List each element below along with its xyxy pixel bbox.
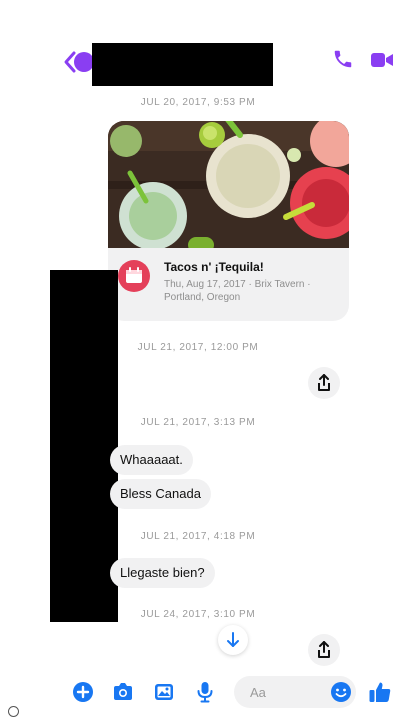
share-icon xyxy=(318,641,330,658)
more-actions-button[interactable] xyxy=(72,681,94,703)
redacted-avatar-column xyxy=(50,270,118,622)
phone-icon xyxy=(334,50,352,68)
corner-indicator xyxy=(8,706,19,717)
share-button[interactable] xyxy=(308,634,340,666)
message-bubble[interactable]: Whaaaaat. xyxy=(110,445,193,475)
event-info: Tacos n' ¡Tequila! Thu, Aug 17, 2017 · B… xyxy=(108,248,349,321)
image-icon xyxy=(155,684,173,700)
call-button[interactable] xyxy=(332,48,354,70)
thumbs-up-icon xyxy=(369,682,391,702)
calendar-icon xyxy=(118,260,150,292)
timestamp: JUL 21, 2017, 3:13 PM xyxy=(140,417,256,428)
event-title: Tacos n' ¡Tequila! xyxy=(164,260,264,274)
video-camera-icon xyxy=(371,53,393,67)
plus-icon xyxy=(73,682,93,702)
emoji-button[interactable] xyxy=(330,681,352,703)
voice-message-button[interactable] xyxy=(194,681,216,703)
message-input[interactable] xyxy=(234,676,330,708)
camera-icon xyxy=(114,683,132,700)
chevron-left-icon xyxy=(64,51,94,73)
event-card[interactable]: Tacos n' ¡Tequila! Thu, Aug 17, 2017 · B… xyxy=(108,121,349,321)
message-bubble[interactable]: Bless Canada xyxy=(110,479,211,509)
share-icon xyxy=(318,374,330,391)
like-button[interactable] xyxy=(368,680,392,704)
event-details: Thu, Aug 17, 2017 · Brix Tavern · Portla… xyxy=(164,279,311,303)
timestamp: JUL 21, 2017, 4:18 PM xyxy=(140,531,256,542)
redacted-contact-name xyxy=(92,43,273,86)
timestamp: JUL 24, 2017, 3:10 PM xyxy=(140,609,256,620)
message-input-container xyxy=(234,676,356,708)
gallery-button[interactable] xyxy=(153,681,175,703)
conversation-header xyxy=(0,30,396,96)
timestamp: JUL 20, 2017, 9:53 PM xyxy=(140,97,256,108)
share-button[interactable] xyxy=(308,367,340,399)
back-button[interactable] xyxy=(62,50,96,74)
timestamp: JUL 21, 2017, 12:00 PM xyxy=(137,342,259,353)
arrow-down-icon xyxy=(227,632,239,647)
scroll-to-bottom-button[interactable] xyxy=(218,625,248,655)
message-bubble[interactable]: Llegaste bien? xyxy=(110,558,215,588)
camera-button[interactable] xyxy=(112,681,134,703)
video-call-button[interactable] xyxy=(370,50,394,70)
smiley-icon xyxy=(331,682,351,702)
microphone-icon xyxy=(197,682,213,703)
composer-bar xyxy=(0,670,396,716)
event-photo xyxy=(108,121,349,248)
